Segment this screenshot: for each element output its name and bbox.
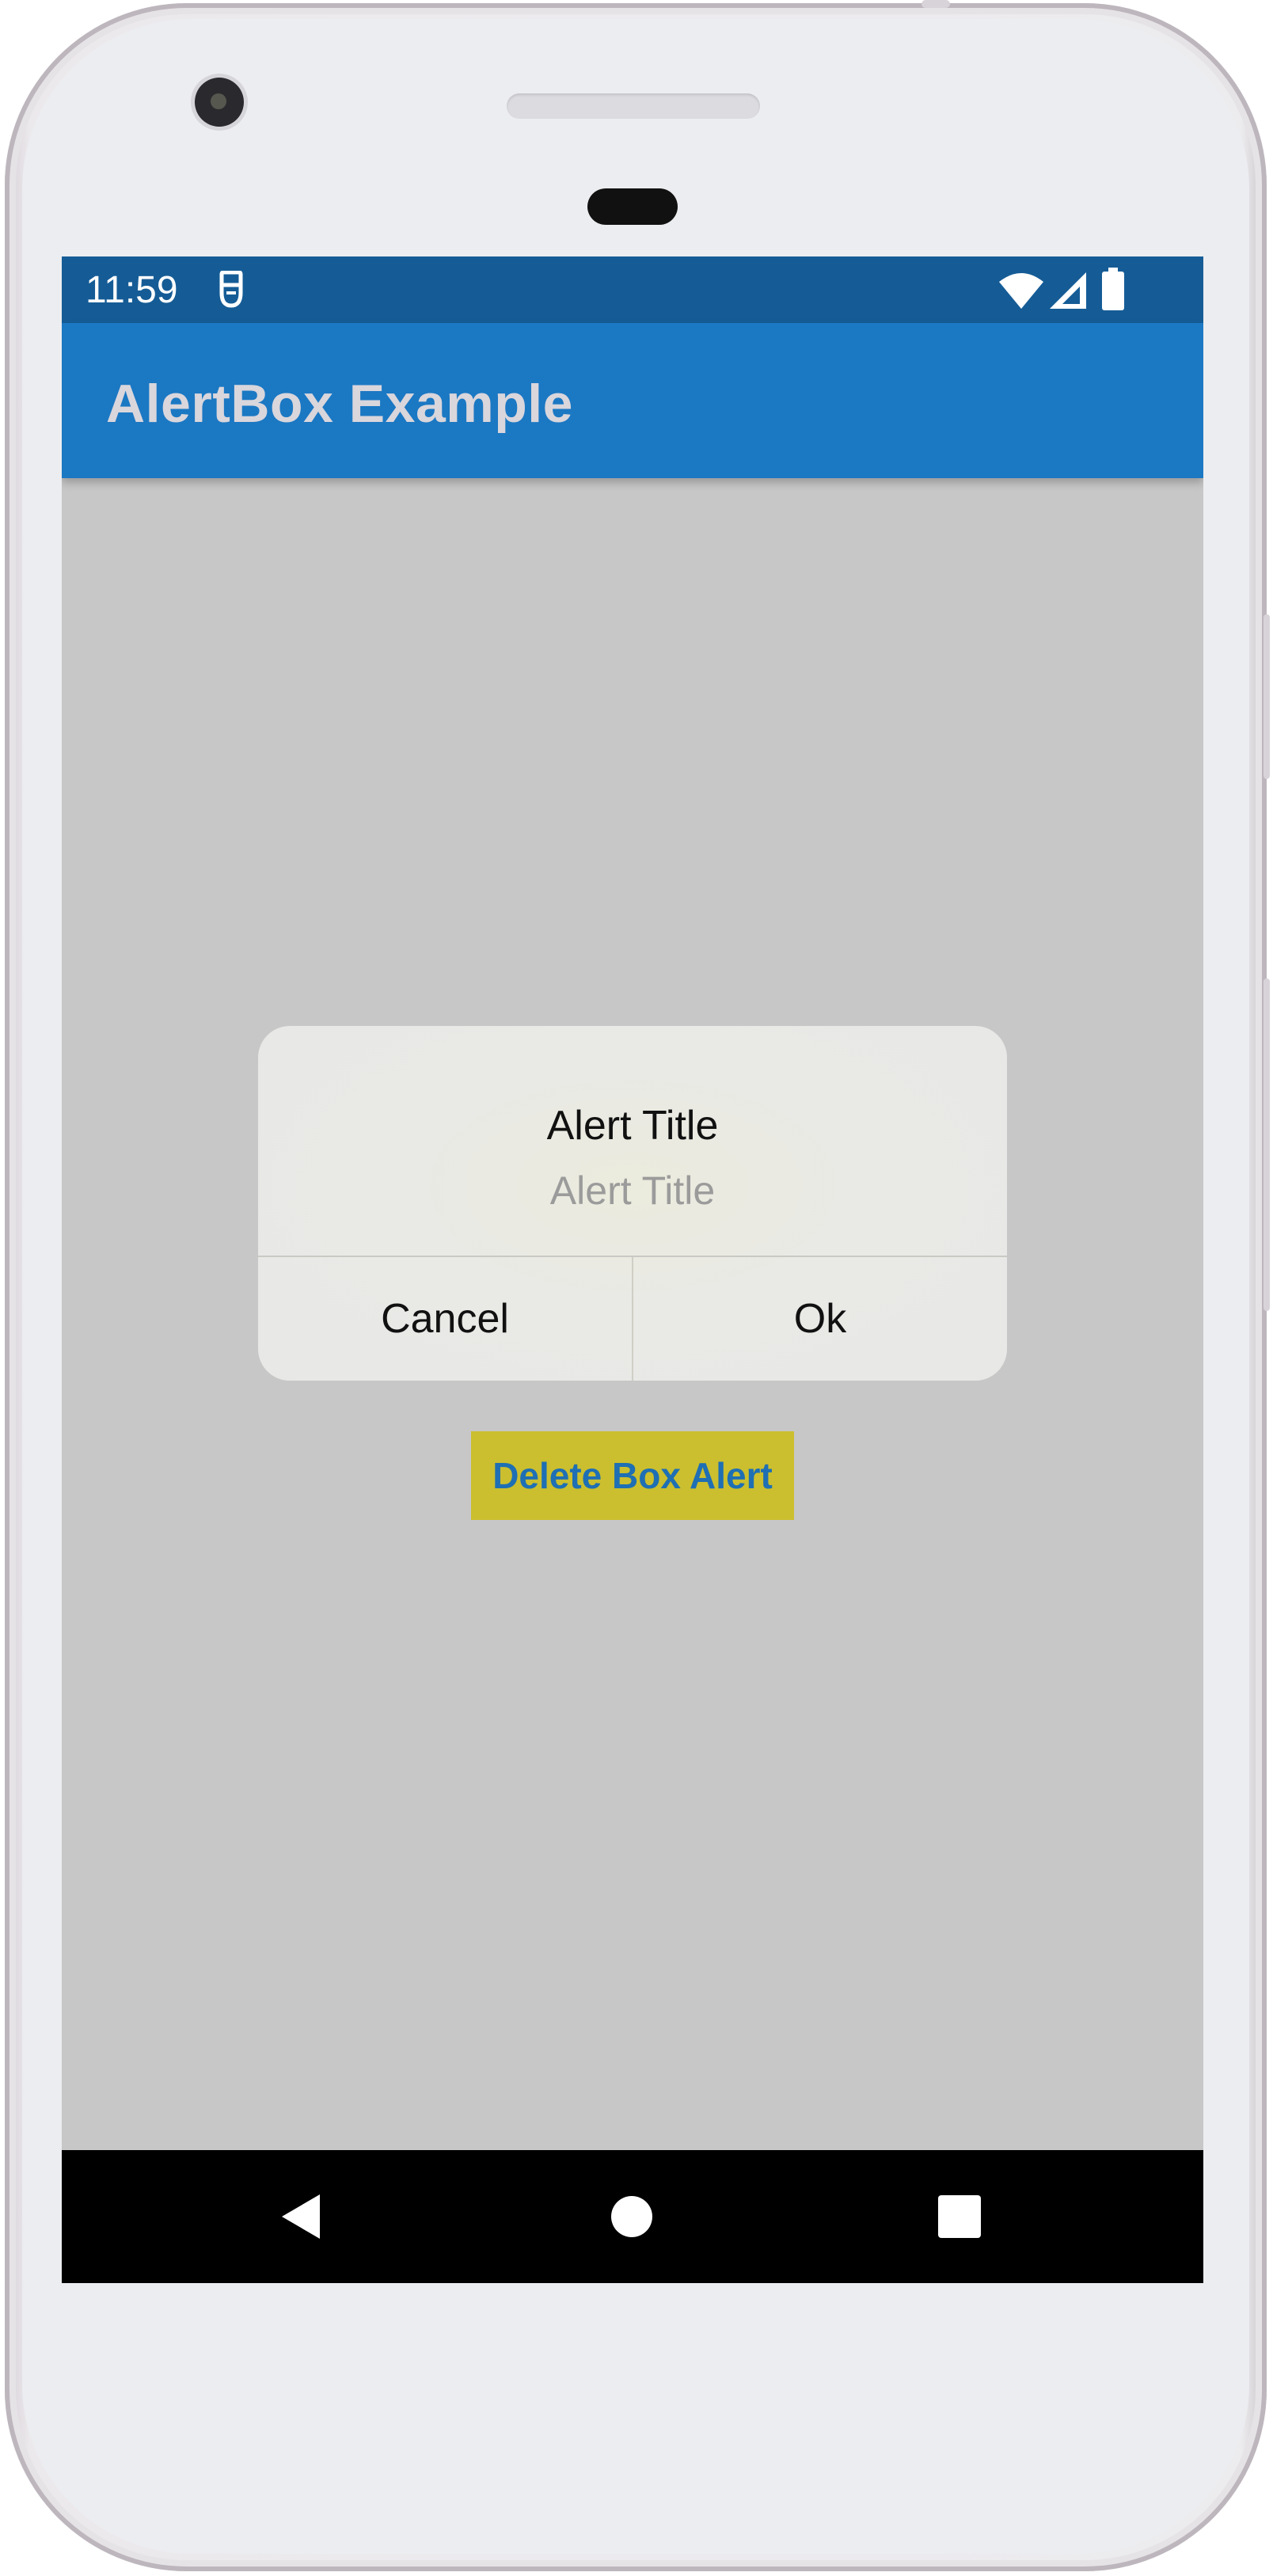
navigation-bar (62, 2150, 1203, 2283)
app-bar: AlertBox Example (62, 323, 1203, 478)
cancel-button[interactable]: Cancel (258, 1257, 632, 1381)
home-icon[interactable] (600, 2185, 663, 2248)
status-time: 11:59 (86, 269, 178, 311)
notification-app-icon (215, 270, 247, 313)
alert-dialog: Alert Title Alert Title Cancel Ok (258, 1026, 1007, 1381)
cellular-signal-icon (1050, 272, 1086, 313)
phone-side-button-top (1264, 614, 1270, 779)
app-title: AlertBox Example (106, 374, 573, 434)
wifi-icon (999, 272, 1043, 313)
ok-button[interactable]: Ok (633, 1257, 1007, 1381)
delete-box-alert-button[interactable]: Delete Box Alert (471, 1431, 794, 1520)
battery-icon (1102, 268, 1124, 314)
dialog-message: Alert Title (549, 1168, 716, 1213)
phone-top-button (922, 0, 950, 8)
proximity-sensor (587, 188, 678, 225)
back-icon[interactable] (269, 2185, 332, 2248)
earpiece-speaker (507, 93, 760, 119)
front-camera (195, 78, 244, 127)
device-screen: 11:59 AlertBox Example Alert Title Alert… (62, 256, 1203, 2283)
recents-icon[interactable] (928, 2185, 991, 2248)
dialog-title: Alert Title (546, 1103, 719, 1149)
phone-side-button-bottom (1264, 978, 1270, 1311)
status-bar: 11:59 (62, 256, 1203, 323)
